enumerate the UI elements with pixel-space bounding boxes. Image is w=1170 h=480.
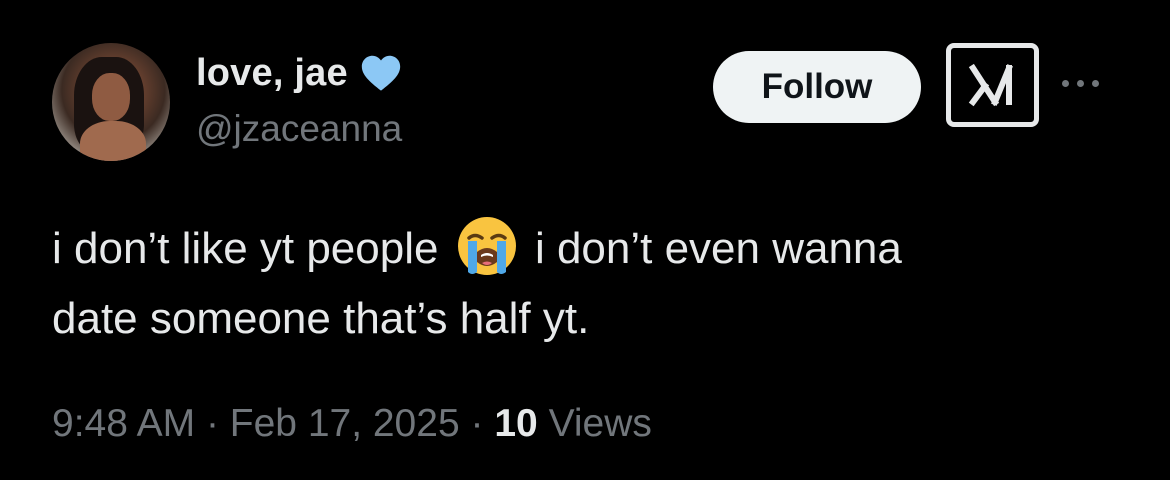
tweet-text-part1: i don’t like yt people xyxy=(52,224,439,273)
more-dot xyxy=(1062,80,1069,87)
more-dot xyxy=(1092,80,1099,87)
avatar-face xyxy=(92,73,130,121)
grok-button[interactable] xyxy=(946,43,1039,127)
views-label: Views xyxy=(548,402,652,445)
meta-separator: · xyxy=(470,402,484,445)
author-name-row: love, jae xyxy=(196,50,404,96)
loudly-crying-face-emoji xyxy=(457,217,516,276)
verified-heart-icon xyxy=(361,55,400,91)
author-handle[interactable]: @jzaceanna xyxy=(196,108,402,150)
tweet-line-1: i don’t like yt people i don’t even wann… xyxy=(52,214,1132,284)
avatar-body xyxy=(80,121,146,161)
views-count[interactable]: 10 xyxy=(494,402,537,445)
author-display-name[interactable]: love, jae xyxy=(196,52,348,95)
tweet-date[interactable]: Feb 17, 2025 xyxy=(230,402,460,445)
tweet-line-2: date someone that’s half yt. xyxy=(52,294,590,343)
avatar[interactable] xyxy=(52,43,170,161)
meta-separator: · xyxy=(205,402,219,445)
tweet-time[interactable]: 9:48 AM xyxy=(52,402,195,445)
grok-icon xyxy=(968,63,1013,107)
follow-button[interactable]: Follow xyxy=(713,51,921,123)
more-dots-icon[interactable] xyxy=(1062,80,1099,87)
tweet-meta: 9:48 AM · Feb 17, 2025 · 10 Views xyxy=(52,402,652,446)
more-dot xyxy=(1077,80,1084,87)
tweet-text-part2: i don’t even wanna xyxy=(534,224,902,273)
tweet-text: i don’t like yt people i don’t even wann… xyxy=(52,214,1132,354)
